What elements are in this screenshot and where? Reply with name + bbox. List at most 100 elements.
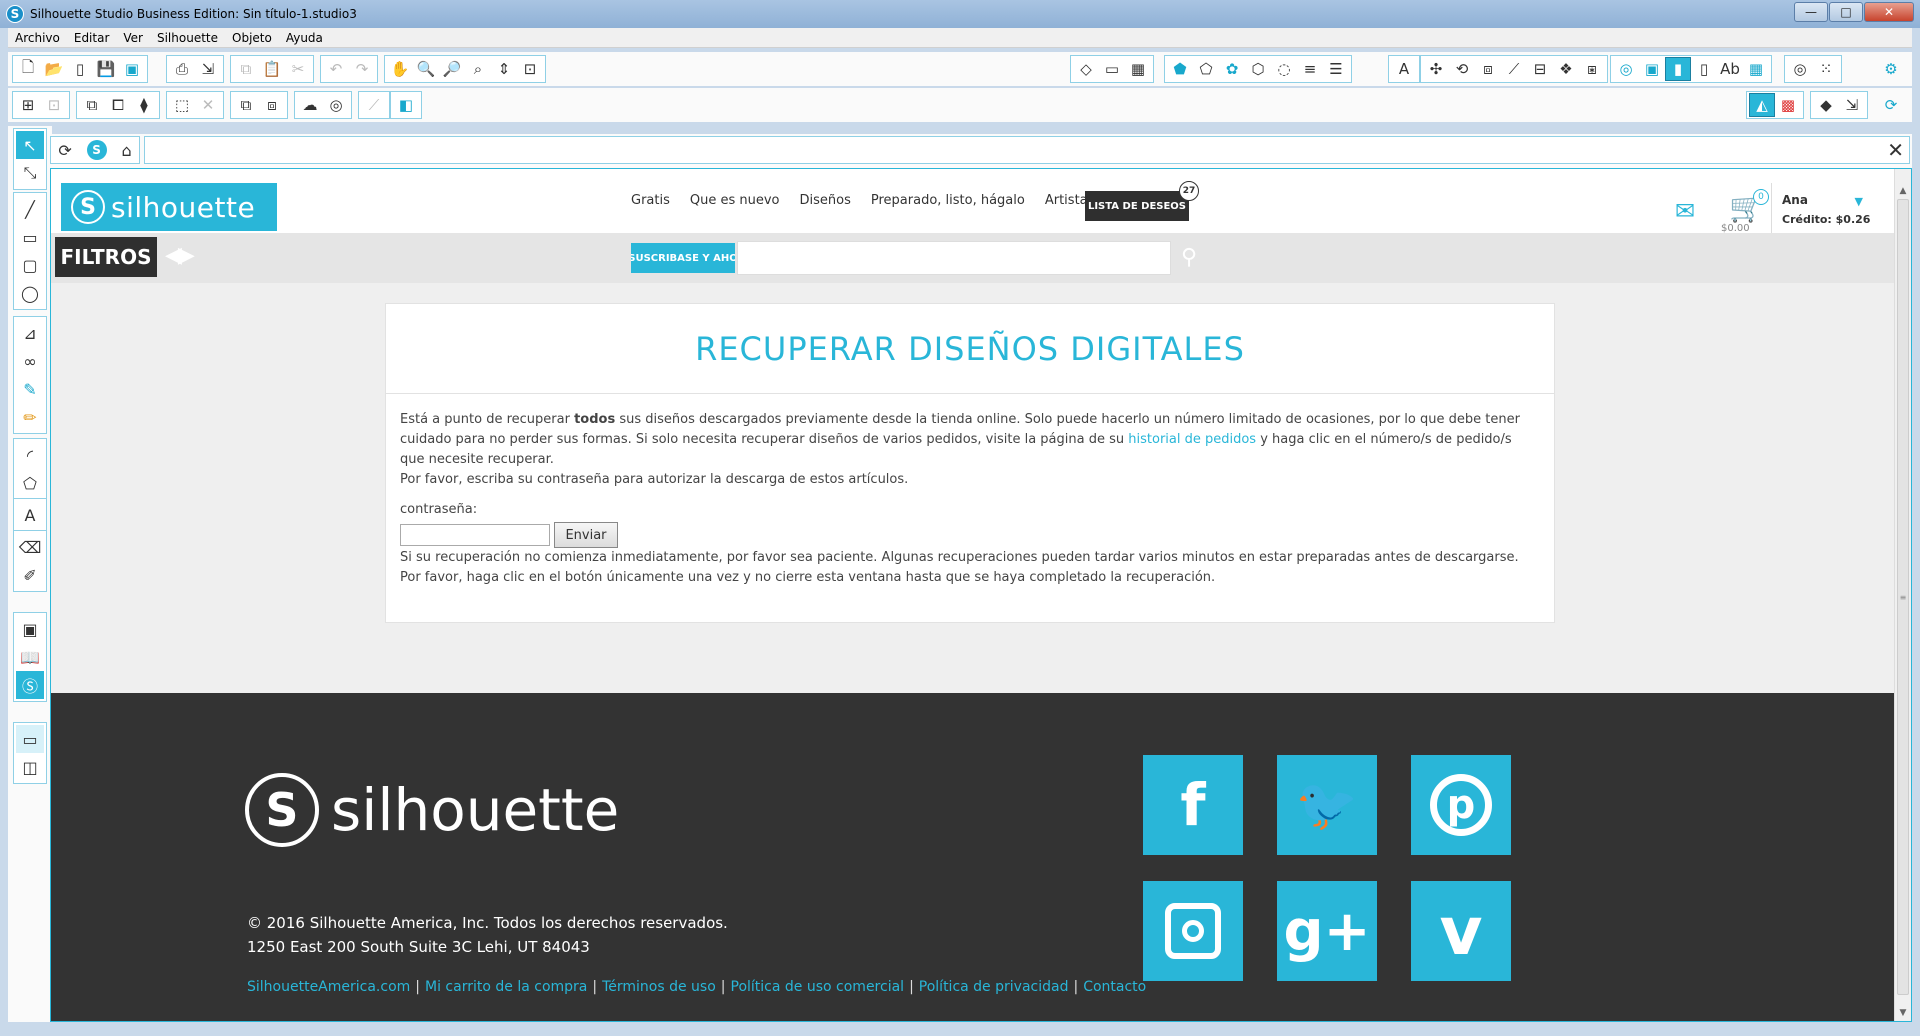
curve-tool-icon[interactable]: ∞ <box>16 347 44 375</box>
menu-archivo[interactable]: Archivo <box>8 31 67 45</box>
maximize-button[interactable]: □ <box>1829 2 1863 22</box>
instagram-icon[interactable] <box>1143 881 1243 981</box>
group-icon[interactable]: ⊞ <box>15 93 41 117</box>
freehand-tool-icon[interactable]: ✎ <box>16 375 44 403</box>
print-icon[interactable]: ⎙ <box>169 57 195 81</box>
point-edit-icon[interactable]: ⤡ <box>16 159 44 187</box>
save-to-library-icon[interactable]: ▣ <box>119 57 145 81</box>
facebook-icon[interactable]: f <box>1143 755 1243 855</box>
page-setup-icon[interactable]: ▭ <box>1099 57 1125 81</box>
home-icon[interactable]: ⌂ <box>121 141 131 160</box>
drag-zoom-icon[interactable]: ⇕ <box>491 57 517 81</box>
zoom-select-icon[interactable]: ⌕ <box>465 57 491 81</box>
text-style-icon[interactable]: A <box>1391 57 1417 81</box>
nav-disenos[interactable]: Diseños <box>800 193 851 208</box>
rotate-icon[interactable]: ⟲ <box>1449 57 1475 81</box>
line-weight-icon[interactable]: ☰ <box>1323 57 1349 81</box>
footer-link-home[interactable]: SilhouetteAmerica.com <box>247 979 410 995</box>
knife-icon[interactable]: ⟋ <box>361 93 387 117</box>
nav-que-es-nuevo[interactable]: Que es nuevo <box>690 193 780 208</box>
nav-gratis[interactable]: Gratis <box>631 193 670 208</box>
fit-page-icon[interactable]: ⊡ <box>517 57 543 81</box>
line-colors-icon[interactable]: ≡ <box>1297 57 1323 81</box>
sketch-icon[interactable]: ⁙ <box>1813 57 1839 81</box>
transform-icon[interactable]: ✣ <box>1423 57 1449 81</box>
zoom-in-icon[interactable]: 🔍 <box>413 57 439 81</box>
eraser-tool-icon[interactable]: ⌫ <box>16 533 44 561</box>
search-icon[interactable]: ⚲ <box>1181 245 1197 270</box>
copy-icon[interactable]: ⧉ <box>233 57 259 81</box>
polygon-tool-icon[interactable]: ⊿ <box>16 319 44 347</box>
twitter-icon[interactable]: 🐦 <box>1277 755 1377 855</box>
release-compound-icon[interactable]: ⧠ <box>105 93 131 117</box>
nav-preparado[interactable]: Preparado, listo, hágalo <box>871 193 1025 208</box>
submit-button[interactable]: Enviar <box>554 522 618 548</box>
redo-icon[interactable]: ↷ <box>349 57 375 81</box>
weld-shape-icon[interactable]: ☁ <box>297 93 323 117</box>
user-menu[interactable]: Ana Crédito: $0.26 ▼ <box>1771 183 1877 233</box>
menu-objeto[interactable]: Objeto <box>225 31 279 45</box>
subscribe-button[interactable]: SUSCRIBASE Y AHO <box>631 243 735 273</box>
delete-icon[interactable]: ✕ <box>195 93 221 117</box>
filter-arrows-icon[interactable]: ◀▶ <box>165 243 195 268</box>
split-view-icon[interactable]: ◫ <box>16 753 44 781</box>
knife-tool-icon[interactable]: ✐ <box>16 561 44 589</box>
vimeo-icon[interactable]: v <box>1411 881 1511 981</box>
line-tool-icon[interactable]: ╱ <box>16 195 44 223</box>
shear-icon[interactable]: ⟋ <box>1501 57 1527 81</box>
text-tool-icon[interactable]: A <box>16 501 44 529</box>
undo-icon[interactable]: ↶ <box>323 57 349 81</box>
search-input[interactable] <box>737 241 1171 275</box>
ungroup-icon[interactable]: ⊡ <box>41 93 67 117</box>
minimize-button[interactable]: — <box>1794 2 1828 22</box>
scroll-thumb[interactable]: ≡ <box>1897 199 1909 995</box>
fill-icon[interactable]: ◇ <box>1073 57 1099 81</box>
select-arrow-icon[interactable]: ↖ <box>16 131 44 159</box>
library-book-icon[interactable]: ◧ <box>393 93 419 117</box>
modify-icon[interactable]: ⧆ <box>1579 57 1605 81</box>
wishlist-button[interactable]: LISTA DE DESEOS 27 <box>1085 181 1199 221</box>
page-scrollbar[interactable]: ▲ ≡ ▼ <box>1894 169 1911 1021</box>
store-tool-icon[interactable]: Ⓢ <box>16 671 44 699</box>
weld-icon[interactable]: ⧫ <box>131 93 157 117</box>
menu-ver[interactable]: Ver <box>116 31 150 45</box>
new-file-icon[interactable]: 🗋 <box>15 57 41 81</box>
menu-editar[interactable]: Editar <box>67 31 117 45</box>
trace-icon[interactable]: ▣ <box>1639 57 1665 81</box>
scroll-down-icon[interactable]: ▼ <box>1895 1005 1911 1021</box>
cut-mode-icon[interactable]: ▩ <box>1775 93 1801 117</box>
regular-polygon-icon[interactable]: ⬠ <box>16 469 44 497</box>
close-window-button[interactable]: ✕ <box>1864 2 1914 22</box>
menu-ayuda[interactable]: Ayuda <box>279 31 330 45</box>
footer-link-contact[interactable]: Contacto <box>1083 979 1146 995</box>
menu-silhouette[interactable]: Silhouette <box>150 31 225 45</box>
replicate-icon[interactable]: ❖ <box>1553 57 1579 81</box>
password-field[interactable] <box>400 524 550 546</box>
line-color-icon[interactable]: ⬡ <box>1245 57 1271 81</box>
bring-to-front-icon[interactable]: ⧉ <box>233 93 259 117</box>
cut-settings-icon[interactable]: ▯ <box>1691 57 1717 81</box>
footer-link-terms[interactable]: Términos de uso <box>602 979 716 995</box>
close-browser-icon[interactable]: ✕ <box>1887 138 1904 162</box>
pattern-icon[interactable]: ✿ <box>1219 57 1245 81</box>
send-panel-icon[interactable]: ▮ <box>1665 57 1691 81</box>
mail-icon[interactable]: ✉ <box>1675 197 1695 225</box>
ellipse-tool-icon[interactable]: ◯ <box>16 279 44 307</box>
library-icon[interactable]: ▯ <box>67 57 93 81</box>
google-plus-icon[interactable]: g+ <box>1277 881 1377 981</box>
eraser-mode-icon[interactable]: ◆ <box>1813 93 1839 117</box>
pan-hand-icon[interactable]: ✋ <box>387 57 413 81</box>
open-file-icon[interactable]: 📂 <box>41 57 67 81</box>
design-mode-icon[interactable]: ◭ <box>1749 93 1775 117</box>
design-page-icon[interactable]: ▣ <box>16 615 44 643</box>
rounded-rect-tool-icon[interactable]: ▢ <box>16 251 44 279</box>
filtros-button[interactable]: FILTROS <box>55 237 157 277</box>
send-mode-icon[interactable]: ⇲ <box>1839 93 1865 117</box>
nesting-icon[interactable]: ▦ <box>1743 57 1769 81</box>
save-icon[interactable]: 💾 <box>93 57 119 81</box>
scroll-up-icon[interactable]: ▲ <box>1895 183 1911 199</box>
arc-tool-icon[interactable]: ◜ <box>16 441 44 469</box>
smooth-freehand-icon[interactable]: ✏ <box>16 403 44 431</box>
fill-color-icon[interactable]: ⬟ <box>1167 57 1193 81</box>
text-to-path-icon[interactable]: Ab <box>1717 57 1743 81</box>
